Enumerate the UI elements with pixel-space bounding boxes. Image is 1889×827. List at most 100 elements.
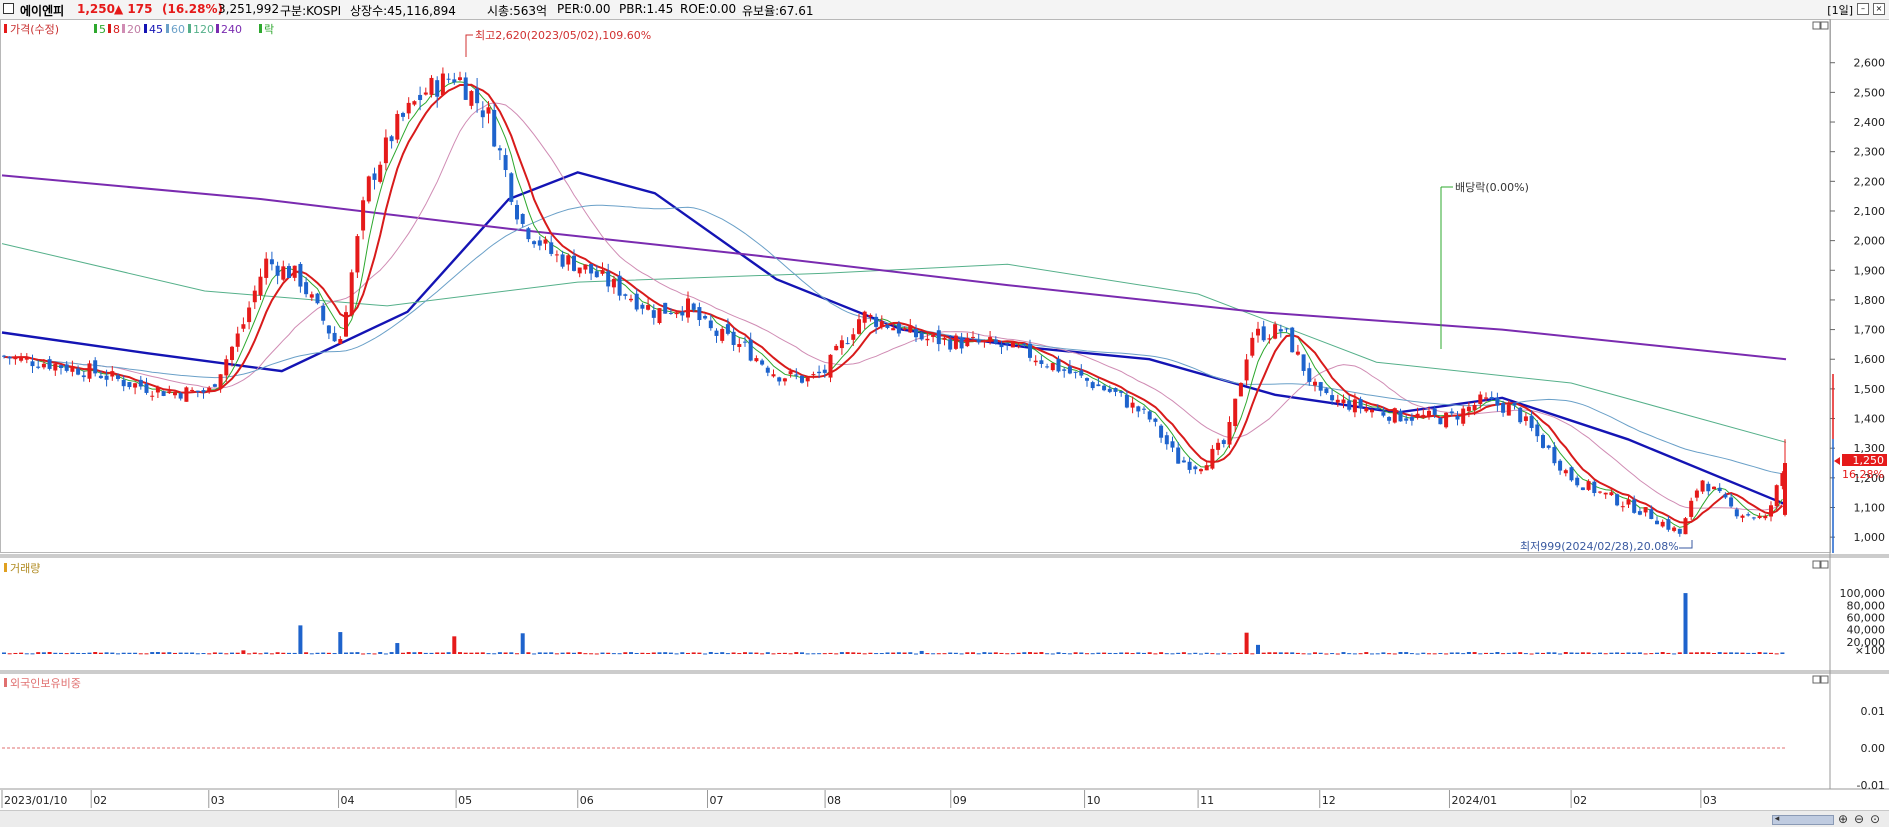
candle-body bbox=[1153, 418, 1158, 422]
volume-bar bbox=[201, 653, 206, 655]
candle-body bbox=[1210, 448, 1215, 469]
volume-bar bbox=[965, 652, 970, 654]
volume-bar bbox=[469, 652, 474, 654]
scroll-left-icon[interactable]: ◂ bbox=[1770, 812, 1784, 826]
candle-body bbox=[1672, 527, 1677, 531]
candle-body bbox=[794, 374, 799, 376]
minimize-icon[interactable]: – bbox=[1857, 3, 1869, 15]
candle-body bbox=[332, 332, 337, 342]
ma-line-45 bbox=[1, 171, 1787, 506]
candle-body bbox=[942, 337, 947, 340]
candle-body bbox=[879, 321, 884, 327]
panel-close-icon[interactable] bbox=[1820, 21, 1829, 30]
date-label: 2023/01/10 bbox=[4, 794, 67, 807]
candles bbox=[2, 67, 1787, 537]
volume-bar bbox=[1204, 652, 1209, 654]
candle-body bbox=[1164, 435, 1169, 445]
candle-body bbox=[104, 375, 109, 380]
candle-body bbox=[1079, 370, 1084, 376]
candle-body bbox=[948, 339, 953, 350]
volume-bar bbox=[1598, 652, 1602, 654]
panel-close-icon[interactable] bbox=[1820, 560, 1829, 569]
candle-body bbox=[1717, 487, 1722, 492]
zoom-out-icon[interactable]: ⊖ bbox=[1852, 812, 1866, 826]
volume-bar bbox=[355, 652, 360, 654]
pbr-value: PBR:1.45 bbox=[619, 2, 674, 16]
candle-body bbox=[1113, 388, 1118, 392]
candle-body bbox=[1244, 359, 1249, 381]
volume-bar bbox=[24, 653, 29, 655]
candle-body bbox=[1238, 382, 1243, 397]
panel-minimize-icon[interactable] bbox=[1812, 675, 1821, 684]
candle-body bbox=[1563, 470, 1568, 474]
volume-bar bbox=[828, 652, 833, 654]
candle-body bbox=[435, 80, 440, 97]
candle-body bbox=[817, 371, 822, 374]
reserve-ratio: 유보율:67.61 bbox=[742, 4, 814, 18]
zoom-reset-icon[interactable]: ⊙ bbox=[1868, 812, 1882, 826]
panel-frame bbox=[0, 19, 1831, 553]
candle-body bbox=[526, 228, 531, 240]
candle-body bbox=[207, 387, 212, 392]
candle-body bbox=[98, 375, 103, 379]
candle-body bbox=[1096, 384, 1101, 387]
volume-bar bbox=[1535, 652, 1540, 654]
period-selector[interactable]: [1일] bbox=[1827, 2, 1853, 18]
candle-body bbox=[144, 383, 149, 393]
candle-body bbox=[566, 255, 571, 265]
candle-body bbox=[1347, 400, 1352, 410]
volume-bar bbox=[332, 653, 337, 655]
volume-bar bbox=[133, 652, 138, 654]
candle-body bbox=[931, 334, 936, 337]
candle-body bbox=[1626, 499, 1631, 505]
volume-bar bbox=[543, 652, 548, 654]
market-type: 구분:KOSPI bbox=[280, 4, 342, 18]
candle-body bbox=[1598, 491, 1602, 493]
volume-bar bbox=[1489, 652, 1494, 654]
legend-ma240: 240 bbox=[221, 23, 242, 36]
candle-body bbox=[1341, 399, 1346, 404]
candle-body bbox=[1769, 505, 1773, 517]
price-tick-label: 2,500 bbox=[1854, 86, 1886, 99]
volume-bar bbox=[743, 652, 747, 654]
zoom-in-icon[interactable]: ⊕ bbox=[1836, 812, 1850, 826]
price-arrow-icon bbox=[1834, 457, 1840, 465]
horizontal-scrollbar[interactable]: ◂ ⊕ ⊖ ⊙ bbox=[0, 810, 1889, 827]
market-cap: 시총:563억 bbox=[487, 4, 548, 18]
candle-body bbox=[1124, 394, 1129, 408]
panel-minimize-icon[interactable] bbox=[1812, 560, 1821, 569]
candle-body bbox=[651, 310, 656, 318]
candle-body bbox=[811, 374, 816, 376]
volume-bar bbox=[1307, 653, 1312, 655]
close-icon[interactable]: × bbox=[1873, 3, 1885, 15]
candle-body bbox=[184, 387, 189, 402]
volume-bar bbox=[1512, 652, 1517, 654]
candle-body bbox=[1022, 343, 1027, 345]
candle-body bbox=[959, 337, 964, 349]
candle-body bbox=[1472, 404, 1477, 411]
volume-bar bbox=[1022, 652, 1027, 654]
volume-bar bbox=[395, 643, 400, 654]
volume-bar bbox=[1774, 653, 1779, 655]
date-label: 07 bbox=[709, 794, 723, 807]
volume-bar bbox=[971, 652, 975, 654]
stock-chart[interactable]: 가격(수정) 5 8 20 45 60 120 240 락 거래량 외국인보유비… bbox=[0, 19, 1889, 810]
volume-bar bbox=[429, 652, 434, 654]
panel-minimize-icon[interactable] bbox=[1812, 21, 1821, 30]
checkbox-icon[interactable] bbox=[3, 3, 14, 14]
volume-bar bbox=[788, 653, 793, 655]
panel-close-icon[interactable] bbox=[1820, 675, 1829, 684]
volume-bar bbox=[771, 653, 776, 655]
candle-body bbox=[862, 311, 867, 323]
candle-body bbox=[24, 357, 29, 360]
candle-body bbox=[896, 323, 901, 334]
price-legend: 가격(수정) 5 8 20 45 60 120 240 락 bbox=[4, 23, 274, 36]
candle-body bbox=[1592, 481, 1597, 494]
candle-body bbox=[1774, 485, 1779, 507]
candle-body bbox=[1506, 404, 1511, 416]
candle-body bbox=[1660, 521, 1665, 527]
candle-body bbox=[389, 136, 394, 142]
volume-bar bbox=[93, 652, 98, 654]
candle-body bbox=[230, 346, 234, 360]
date-label: 10 bbox=[1087, 794, 1101, 807]
